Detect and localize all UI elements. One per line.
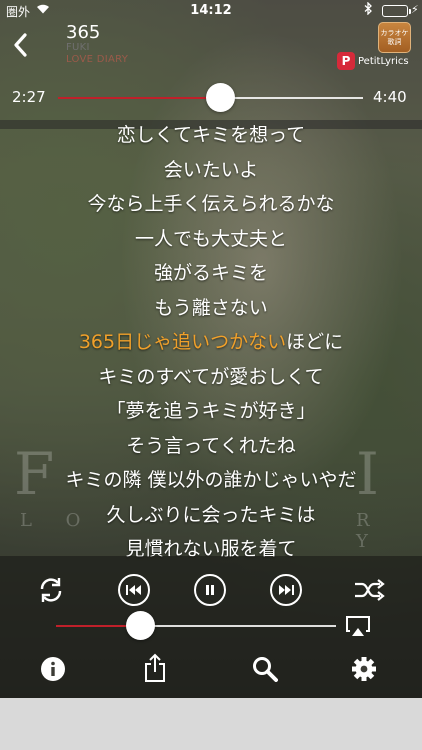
- back-button[interactable]: [8, 30, 34, 60]
- lyric-line: 久しぶりに会ったキミは: [0, 498, 422, 533]
- previous-icon: [126, 585, 141, 595]
- album-name: LOVE DIARY: [66, 54, 129, 65]
- control-panel: [0, 556, 422, 698]
- lyric-line: もう離さない: [0, 291, 422, 326]
- song-title: 365: [66, 22, 101, 43]
- lyric-line: 会いたいよ: [0, 153, 422, 188]
- share-button[interactable]: [141, 652, 169, 684]
- lyric-text: 久しぶりに会ったキミは: [106, 503, 316, 526]
- karaoke-lyrics-button[interactable]: カラオケ 歌詞: [378, 22, 411, 53]
- info-button[interactable]: [39, 655, 67, 683]
- battery-icon: [382, 5, 411, 17]
- pause-button[interactable]: [194, 574, 226, 606]
- gear-icon: [352, 657, 376, 681]
- total-time: 4:40: [373, 88, 407, 106]
- search-button[interactable]: [251, 655, 279, 683]
- karaoke-button-line2: 歌詞: [387, 38, 402, 46]
- airplay-button[interactable]: [344, 614, 372, 638]
- charging-icon: ⚡: [411, 3, 419, 16]
- lyric-text: 恋しくてキミを想って: [116, 124, 306, 146]
- lyric-text: ほどに: [286, 331, 344, 353]
- karaoke-button-line1: カラオケ: [380, 29, 409, 37]
- status-time: 14:12: [190, 3, 232, 18]
- lyric-text: そう言ってくれたね: [126, 434, 296, 457]
- lyric-line: 一人でも大丈夫と: [0, 222, 422, 257]
- player-screen: F I L O R Y 圏外 14:12 ⚡ 365 FUKI LOVE DIA…: [0, 0, 422, 698]
- next-button[interactable]: [270, 574, 302, 606]
- lyric-line: 今なら上手く伝えられるかな: [0, 187, 422, 222]
- lyric-text: 一人でも大丈夫と: [134, 227, 287, 250]
- repeat-icon: [40, 578, 62, 602]
- lyric-line: 「夢を追うキミが好き」: [0, 394, 422, 429]
- progress-played-track: [58, 97, 220, 99]
- next-icon: [279, 585, 294, 595]
- lyric-text: 今なら上手く伝えられるかな: [87, 193, 335, 215]
- petitlyrics-logo-icon: P: [337, 52, 355, 70]
- lyric-text: 会いたいよ: [163, 158, 259, 181]
- pause-icon: [206, 585, 214, 595]
- settings-button[interactable]: [350, 655, 378, 683]
- lyric-line: キミのすべてが愛おしくて: [0, 360, 422, 395]
- lyric-text: キミのすべてが愛おしくて: [98, 365, 324, 388]
- shuffle-button[interactable]: [352, 574, 386, 606]
- volume-thumb[interactable]: [126, 611, 155, 640]
- progress-thumb[interactable]: [205, 83, 235, 112]
- lyric-text: 強がるキミを: [153, 262, 268, 284]
- lyric-line: キミの隣 僕以外の誰かじゃいやだ: [0, 463, 422, 498]
- lyric-line: 恋しくてキミを想って: [0, 118, 422, 153]
- status-bar: 圏外 14:12 ⚡: [0, 0, 422, 22]
- elapsed-time: 2:27: [12, 88, 46, 106]
- volume-slider[interactable]: [56, 611, 336, 640]
- info-icon: [41, 657, 65, 681]
- petitlyrics-label: PetitLyrics: [358, 55, 409, 67]
- search-icon: [253, 657, 278, 682]
- lyrics-panel[interactable]: 恋しくてキミを想って 会いたいよ今なら上手く伝えられるかな 一人でも大丈夫と 強がるキ…: [0, 118, 422, 567]
- lyric-line: そう言ってくれたね: [0, 429, 422, 464]
- playback-progress-slider[interactable]: [58, 83, 363, 112]
- lyric-line-current: 365日じゃ追いつかないほどに: [0, 325, 422, 360]
- airplay-icon: [346, 616, 370, 636]
- bluetooth-icon: [364, 1, 372, 18]
- lyric-line: 強がるキミを: [0, 256, 422, 291]
- lyric-text: 「夢を追うキミが好き」: [106, 400, 316, 422]
- previous-button[interactable]: [118, 574, 150, 606]
- artist-name: FUKI: [66, 42, 90, 53]
- chevron-left-icon: [14, 33, 27, 57]
- lyric-text: キミの隣 僕以外の誰かじゃいやだ: [65, 469, 357, 491]
- lyric-text: もう離さない: [154, 296, 268, 319]
- share-icon: [145, 653, 165, 682]
- lyric-highlight: 365日じゃ追いつかない: [78, 331, 287, 353]
- shuffle-icon: [355, 579, 385, 601]
- repeat-button[interactable]: [34, 573, 68, 607]
- petitlyrics-badge[interactable]: P PetitLyrics: [337, 52, 409, 70]
